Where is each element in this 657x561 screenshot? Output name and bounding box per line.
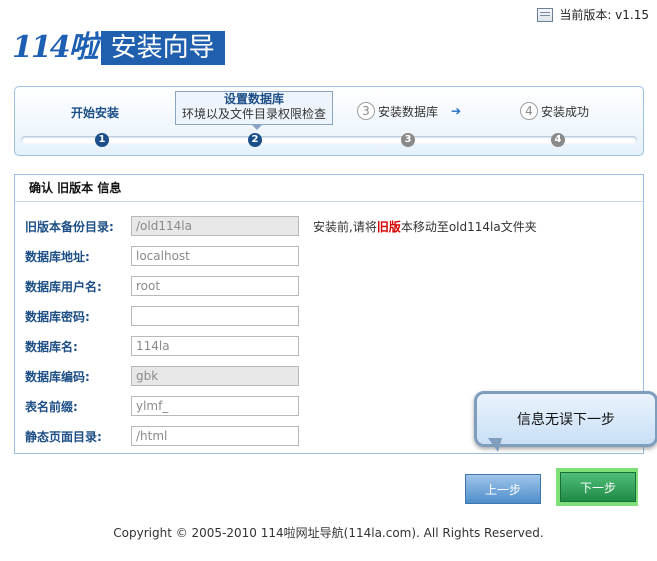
step2-title: 设置数据库 xyxy=(223,92,284,106)
field-label: 旧版本备份目录: xyxy=(25,219,114,234)
step-start-install: 开始安装 xyxy=(71,106,120,120)
field-label: 数据库密码: xyxy=(25,309,90,324)
step4-number-icon: 4 xyxy=(520,102,538,120)
progress-dot-1: 1 xyxy=(95,133,109,147)
form-row-db-charset: 数据库编码: xyxy=(25,365,299,387)
logo: 114啦 安装向导 xyxy=(12,30,225,66)
backup-hint: 安装前,请将旧版本移动至old114la文件夹 xyxy=(313,218,537,235)
step2-subtitle: 环境以及文件目录权限检查 xyxy=(181,107,326,121)
arrow-right-icon: ➔ xyxy=(451,104,462,118)
table-prefix-input[interactable] xyxy=(131,396,299,416)
step-setup-database: 设置数据库 环境以及文件目录权限检查 xyxy=(175,91,333,125)
step4-label: 安装成功 xyxy=(541,104,590,119)
form-row-db-user: 数据库用户名: xyxy=(25,275,299,297)
field-label: 数据库编码: xyxy=(25,369,90,384)
db-host-input[interactable] xyxy=(131,246,299,266)
tooltip-tail xyxy=(488,438,502,452)
progress-dot-2: 2 xyxy=(248,133,262,147)
logo-mark: 114啦 xyxy=(12,30,99,65)
version-icon xyxy=(537,7,554,22)
page-title: 安装向导 xyxy=(100,31,225,65)
db-name-input[interactable] xyxy=(131,336,299,356)
version-bar: 当前版本: v1.15 xyxy=(537,6,649,23)
step3-number-icon: 3 xyxy=(357,102,375,120)
hint-text-before: 安装前,请将 xyxy=(313,219,377,234)
hint-text-bold: 旧版 xyxy=(376,219,401,234)
static-dir-input[interactable] xyxy=(131,426,299,446)
field-label: 数据库名: xyxy=(25,339,78,354)
form-row-db-name: 数据库名: xyxy=(25,335,299,357)
db-user-input[interactable] xyxy=(131,276,299,296)
prev-step-button[interactable]: 上一步 xyxy=(465,474,541,504)
step-install-success: 4 安装成功 xyxy=(520,102,589,120)
field-label: 数据库地址: xyxy=(25,249,90,264)
step3-label: 安装数据库 xyxy=(378,104,439,119)
section-title: 确认 旧版本 信息 xyxy=(15,175,643,202)
form-row-db-password: 数据库密码: xyxy=(25,305,299,327)
field-label: 数据库用户名: xyxy=(25,279,102,294)
form-row-backup-dir: 旧版本备份目录: 安装前,请将旧版本移动至old114la文件夹 xyxy=(25,215,537,237)
hint-text-after: 本移动至old114la文件夹 xyxy=(400,219,537,234)
copyright-footer: Copyright © 2005-2010 114啦网址导航(114la.com… xyxy=(113,526,544,540)
version-label: 当前版本: v1.15 xyxy=(559,8,649,22)
form-row-static-dir: 静态页面目录: xyxy=(25,425,299,447)
field-label: 表名前缀: xyxy=(25,399,78,414)
step-install-database: 3 安装数据库 ➔ xyxy=(357,102,461,120)
field-label: 静态页面目录: xyxy=(25,429,102,444)
progress-dot-3: 3 xyxy=(401,133,415,147)
step2-pointer xyxy=(251,124,263,130)
db-password-input[interactable] xyxy=(131,306,299,326)
next-button-highlight: 下一步 xyxy=(556,468,638,506)
steps-panel: 开始安装 设置数据库 环境以及文件目录权限检查 3 安装数据库 ➔ 4 安装成功… xyxy=(14,86,644,156)
progress-dot-4: 4 xyxy=(551,133,565,147)
backup-dir-input[interactable] xyxy=(131,216,299,236)
db-charset-input[interactable] xyxy=(131,366,299,386)
next-step-button[interactable]: 下一步 xyxy=(560,472,636,502)
form-row-table-prefix: 表名前缀: xyxy=(25,395,299,417)
form-row-db-host: 数据库地址: xyxy=(25,245,299,267)
progress-track xyxy=(21,136,637,144)
